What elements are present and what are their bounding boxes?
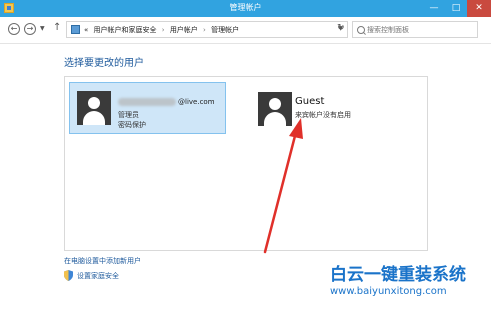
search-box[interactable] xyxy=(352,21,478,38)
watermark: 白云一键重装系统 www.baiyunxitong.com xyxy=(330,260,490,297)
account-status: 密码保护 xyxy=(118,121,146,129)
breadcrumb-manage-accounts[interactable]: 管理帐户 xyxy=(211,26,239,34)
breadcrumb-user-accounts[interactable]: 用户帐户 xyxy=(170,26,198,34)
control-panel-icon xyxy=(71,25,80,34)
family-safety-label: 设置家庭安全 xyxy=(77,272,119,280)
add-new-user-link[interactable]: 在电脑设置中添加新用户 xyxy=(64,256,141,266)
account-name: @live.com xyxy=(118,98,215,106)
shield-icon xyxy=(64,270,73,281)
user-avatar-icon xyxy=(77,91,111,125)
account-tile-admin[interactable]: @live.com 管理员 密码保护 xyxy=(69,82,226,134)
account-email-suffix: @live.com xyxy=(178,98,215,106)
search-input[interactable] xyxy=(367,24,472,35)
refresh-button[interactable]: ↻ xyxy=(337,23,345,33)
account-tile-guest[interactable]: Guest 来宾帐户没有启用 xyxy=(255,88,375,128)
account-name: Guest xyxy=(295,96,325,107)
maximize-button[interactable]: □ xyxy=(445,0,467,17)
watermark-title: 白云一键重装系统 xyxy=(330,265,466,285)
breadcrumb-user-accounts-family-safety[interactable]: 用户帐户和家庭安全 xyxy=(94,26,157,34)
breadcrumb-separator[interactable]: › xyxy=(162,26,165,34)
up-button[interactable]: ↑ xyxy=(53,22,61,33)
forward-button[interactable]: → xyxy=(24,23,36,35)
title-bar: 管理帐户 — □ ✕ xyxy=(0,0,491,17)
account-role: 管理员 xyxy=(118,111,139,119)
back-button[interactable]: ← xyxy=(8,23,20,35)
minimize-button[interactable]: — xyxy=(423,0,445,17)
navigation-bar: ← → ▼ ↑ « 用户帐户和家庭安全 › 用户帐户 › 管理帐户 ▼ ↻ xyxy=(0,17,491,44)
close-button[interactable]: ✕ xyxy=(467,0,491,17)
breadcrumb: « 用户帐户和家庭安全 › 用户帐户 › 管理帐户 xyxy=(84,25,242,35)
window-title: 管理帐户 xyxy=(229,3,262,12)
address-bar[interactable]: « 用户帐户和家庭安全 › 用户帐户 › 管理帐户 ▼ xyxy=(66,21,348,38)
page-title: 选择要更改的用户 xyxy=(64,58,144,69)
account-status: 来宾帐户没有启用 xyxy=(295,111,351,119)
breadcrumb-separator[interactable]: › xyxy=(203,26,206,34)
watermark-url: www.baiyunxitong.com xyxy=(330,286,447,297)
guest-avatar-icon xyxy=(258,92,292,126)
breadcrumb-overflow[interactable]: « xyxy=(84,26,88,34)
search-icon xyxy=(357,26,365,34)
blurred-username xyxy=(118,98,176,106)
recent-locations-chevron-down-icon[interactable]: ▼ xyxy=(40,25,45,32)
